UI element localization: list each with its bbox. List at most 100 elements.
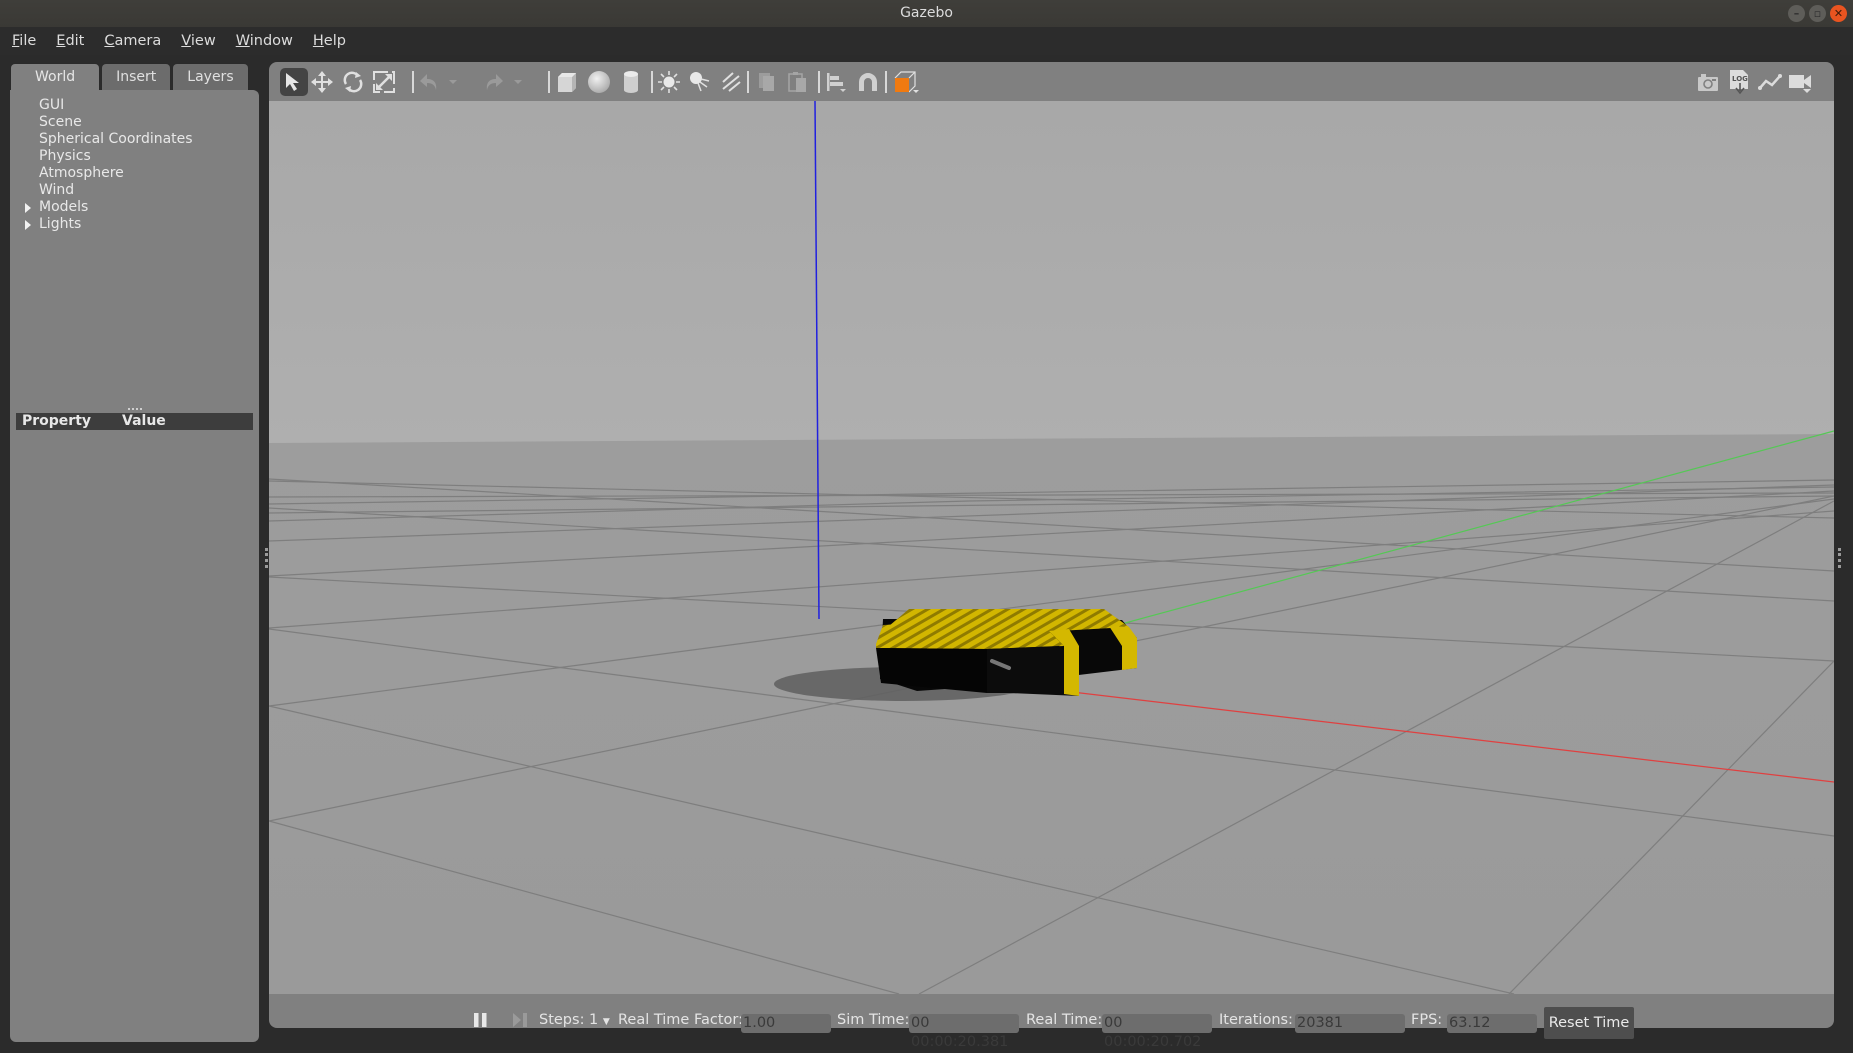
record-video-button[interactable] (1787, 68, 1815, 96)
property-column-header[interactable]: Property (22, 413, 91, 430)
toolbar-separator (412, 71, 414, 93)
directional-light-icon (722, 72, 741, 92)
value-column-header[interactable]: Value (122, 413, 166, 430)
fps-field: 63.12 (1447, 1014, 1537, 1033)
toolbar-separator (651, 71, 653, 93)
menu-help[interactable]: Help (313, 33, 346, 49)
simulation-control-bar: Steps: 1 ▼ Real Time Factor: 1.00 Sim Ti… (269, 995, 1834, 1050)
real-time-factor-label: Real Time Factor: (618, 1012, 743, 1028)
menu-window[interactable]: Window (236, 33, 293, 49)
step-button[interactable] (512, 1012, 528, 1032)
menu-window-label: indow (249, 33, 293, 49)
copy-icon (759, 73, 774, 91)
tree-item-wind[interactable]: Wind (39, 182, 193, 199)
3d-viewport[interactable] (269, 101, 1834, 994)
steps-value: 1 (589, 1012, 599, 1028)
left-panel-tabs: World Insert Layers (10, 63, 250, 91)
maximize-icon: ▫ (1813, 7, 1822, 20)
tree-item-scene[interactable]: Scene (39, 114, 193, 131)
expand-arrow-icon[interactable] (25, 220, 31, 230)
tree-item-physics[interactable]: Physics (39, 148, 193, 165)
menu-window-mnemonic: W (235, 33, 250, 49)
view-angle-button[interactable] (889, 68, 923, 96)
iterations-label: Iterations: (1219, 1012, 1293, 1028)
maximize-button[interactable]: ▫ (1809, 5, 1826, 22)
tree-item-label: GUI (39, 97, 65, 113)
menu-edit-label: dit (65, 33, 85, 49)
reset-time-button[interactable]: Reset Time (1544, 1007, 1634, 1039)
chevron-down-icon: ▼ (602, 1017, 610, 1027)
select-mode-button[interactable] (280, 68, 308, 96)
copy-button[interactable] (753, 68, 781, 96)
rotate-icon (343, 71, 363, 93)
iterations-field: 20381 (1295, 1014, 1405, 1033)
undo-history-dropdown[interactable] (444, 68, 462, 96)
directional-light-button[interactable] (717, 68, 745, 96)
world-panel: GUI Scene Spherical Coordinates Physics … (10, 90, 259, 1042)
tree-item-lights[interactable]: Lights (25, 216, 193, 233)
close-button[interactable]: ✕ (1830, 5, 1847, 22)
tree-item-atmosphere[interactable]: Atmosphere (39, 165, 193, 182)
right-panel-collapse-handle[interactable] (1838, 548, 1844, 568)
menu-view[interactable]: View (181, 33, 215, 49)
title-bar: Gazebo – ▫ ✕ (0, 0, 1853, 27)
sphere-shape-button[interactable] (585, 68, 613, 96)
menu-file[interactable]: File (12, 33, 36, 49)
toolbar: LOG (269, 62, 1834, 100)
magnet-icon (859, 73, 877, 91)
cylinder-icon (624, 71, 638, 93)
pause-button[interactable] (473, 1012, 489, 1032)
menu-camera-label: amera (114, 33, 162, 49)
tree-item-models[interactable]: Models (25, 199, 193, 216)
translate-mode-button[interactable] (308, 68, 336, 96)
tree-item-gui[interactable]: GUI (39, 97, 193, 114)
cylinder-shape-button[interactable] (617, 68, 645, 96)
scale-mode-button[interactable] (370, 68, 398, 96)
world-tree: GUI Scene Spherical Coordinates Physics … (25, 97, 193, 233)
plot-line-icon (1758, 74, 1782, 90)
chevron-down-icon (449, 80, 457, 84)
menu-camera[interactable]: Camera (104, 33, 161, 49)
undo-button[interactable] (416, 68, 444, 96)
tab-world[interactable]: World (10, 63, 101, 91)
minimize-button[interactable]: – (1788, 5, 1805, 22)
move-arrows-icon (311, 71, 333, 93)
panel-splitter-handle[interactable] (128, 408, 142, 412)
tree-item-spherical-coordinates[interactable]: Spherical Coordinates (39, 131, 193, 148)
tree-item-label: Physics (39, 148, 91, 164)
toolbar-separator (548, 71, 550, 93)
scale-icon (373, 71, 395, 93)
sky (269, 101, 1834, 443)
tree-item-label: Models (39, 199, 89, 215)
window-title: Gazebo (900, 5, 953, 21)
steps-spinbox[interactable]: 1 ▼ (589, 1012, 610, 1028)
scene-render (269, 101, 1834, 994)
box-shape-button[interactable] (553, 68, 581, 96)
menu-camera-mnemonic: C (104, 33, 115, 49)
paste-button[interactable] (784, 68, 812, 96)
toolbar-separator (885, 71, 887, 93)
video-camera-icon (1789, 75, 1811, 93)
align-button[interactable] (822, 68, 850, 96)
tab-layers[interactable]: Layers (172, 63, 249, 91)
spot-light-button[interactable] (686, 68, 714, 96)
real-time-factor-field: 1.00 (741, 1014, 831, 1033)
snap-button[interactable] (854, 68, 882, 96)
tab-insert[interactable]: Insert (101, 63, 172, 91)
step-forward-icon (513, 1013, 527, 1027)
expand-arrow-icon[interactable] (25, 203, 31, 213)
redo-history-dropdown[interactable] (509, 68, 527, 96)
point-light-icon (658, 71, 680, 93)
point-light-button[interactable] (655, 68, 683, 96)
menu-edit[interactable]: Edit (56, 33, 84, 49)
plot-button[interactable] (1756, 68, 1784, 96)
redo-button[interactable] (479, 68, 507, 96)
screenshot-button[interactable] (1694, 68, 1722, 96)
menu-help-mnemonic: H (312, 33, 324, 49)
tree-item-label: Atmosphere (39, 165, 124, 181)
log-button[interactable]: LOG (1725, 68, 1753, 96)
menu-view-mnemonic: V (181, 33, 191, 49)
spot-light-icon (690, 72, 710, 92)
view-angle-cube-icon (894, 71, 919, 93)
rotate-mode-button[interactable] (339, 68, 367, 96)
